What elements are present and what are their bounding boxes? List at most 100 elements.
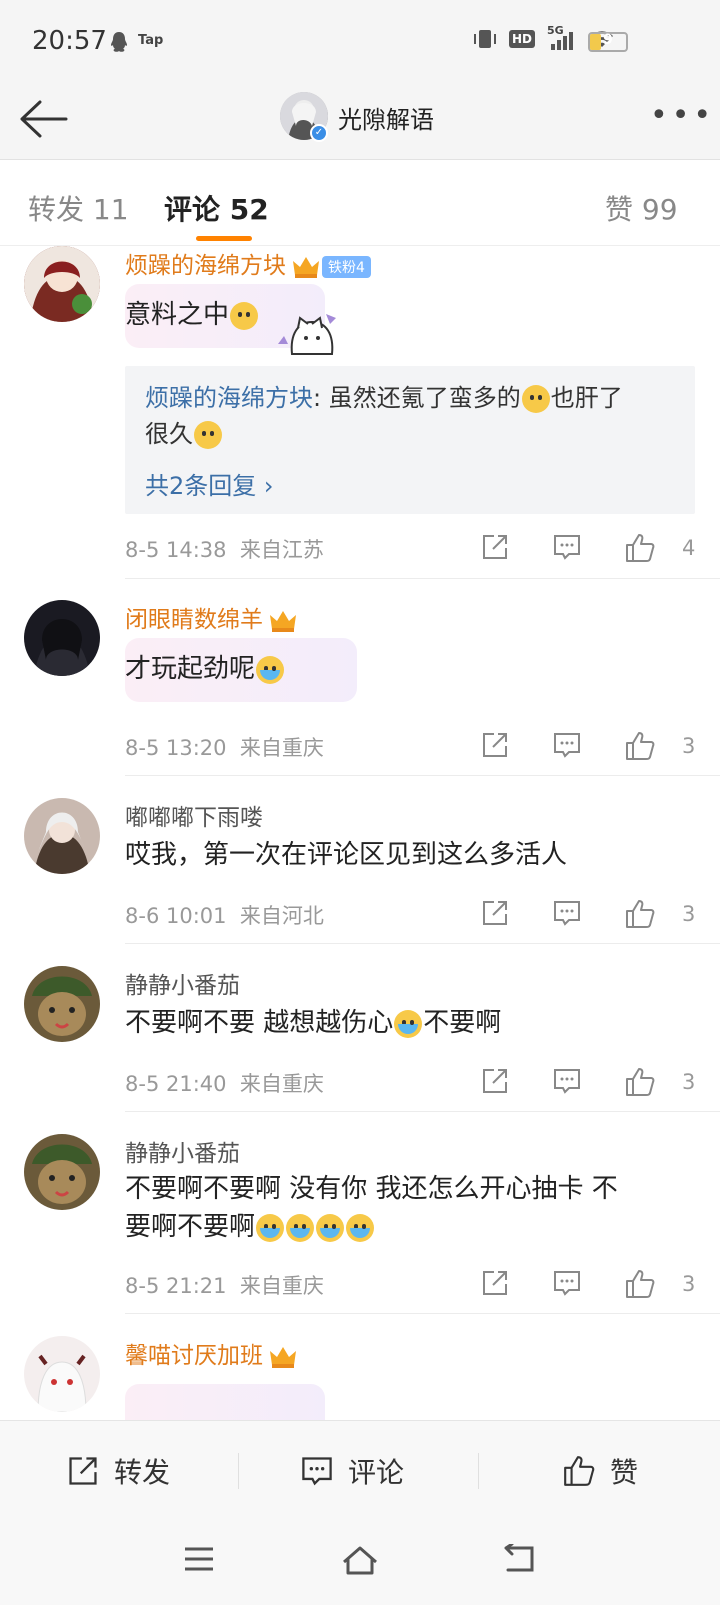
divider xyxy=(125,775,720,776)
like-icon[interactable] xyxy=(624,1268,656,1300)
eyeroll-emoji-icon xyxy=(230,301,259,330)
comment-actions: 3 xyxy=(480,898,700,932)
share-icon[interactable] xyxy=(480,1268,510,1298)
back-arrow-icon[interactable] xyxy=(18,98,68,140)
hd-icon: HD xyxy=(508,30,535,48)
status-time: 20:57 xyxy=(32,26,107,56)
crying-emoji-icon xyxy=(346,1213,375,1242)
battery-icon: 9 xyxy=(588,32,628,52)
comment-bubble xyxy=(125,1384,325,1420)
comment-icon[interactable] xyxy=(552,532,582,562)
crying-emoji-icon xyxy=(286,1213,315,1242)
crying-emoji-icon xyxy=(256,655,285,684)
crying-emoji-icon xyxy=(316,1213,345,1242)
like-count: 3 xyxy=(682,1070,696,1094)
share-icon[interactable] xyxy=(480,898,510,928)
system-nav-bar xyxy=(0,1520,720,1605)
eyeroll-emoji-icon xyxy=(194,421,222,449)
account-title[interactable]: 光隙解语 xyxy=(338,100,434,135)
comment-item: 闭眼睛数绵羊 才玩起劲呢 8-5 13:20 来自重庆 3 xyxy=(0,600,720,776)
comment-username[interactable]: 烦躁的海绵方块 铁粉4 xyxy=(125,246,371,280)
comment-meta: 8-5 21:21 来自重庆 xyxy=(125,1274,324,1298)
user-avatar[interactable] xyxy=(24,600,100,676)
like-icon[interactable] xyxy=(624,730,656,762)
tab-indicator xyxy=(196,236,252,241)
like-icon[interactable] xyxy=(624,898,656,930)
like-icon[interactable] xyxy=(624,1066,656,1098)
comment-text: 才玩起劲呢 xyxy=(125,650,695,688)
comment-icon xyxy=(302,1457,332,1486)
user-avatar[interactable] xyxy=(24,1134,100,1210)
vip-crown-icon xyxy=(293,256,319,278)
comment-text: 哎我，第一次在评论区见到这么多活人 xyxy=(125,840,568,870)
comment-actions: 3 xyxy=(480,1066,700,1100)
vibrate-icon xyxy=(473,30,496,48)
more-replies-link[interactable]: 共2条回复 › xyxy=(145,466,675,501)
like-count: 3 xyxy=(682,734,696,758)
user-avatar[interactable] xyxy=(24,1336,100,1412)
comment-list[interactable]: 烦躁的海绵方块 铁粉4 意料之中 烦躁的海绵方块: 虽然还氪了蛮多的 也肝了 很久 共… xyxy=(0,246,720,1420)
like-count: 3 xyxy=(682,902,696,926)
divider xyxy=(478,1453,479,1489)
comment-text: 意料之中 xyxy=(125,296,695,334)
like-icon[interactable] xyxy=(624,532,656,564)
comment-item: 嘟嘟嘟下雨喽 哎我，第一次在评论区见到这么多活人 8-6 10:01 来自河北 … xyxy=(0,798,720,944)
tab-repost[interactable]: 转发 11 xyxy=(28,188,129,228)
comment-icon[interactable] xyxy=(552,1066,582,1096)
comment-icon[interactable] xyxy=(552,898,582,928)
repost-button[interactable]: 转发 xyxy=(66,1451,170,1491)
share-icon[interactable] xyxy=(480,532,510,562)
comment-meta: 8-5 14:38 来自江苏 xyxy=(125,538,324,562)
divider xyxy=(125,1111,720,1112)
comment-username[interactable]: 馨喵讨厌加班 xyxy=(125,1336,297,1370)
comment-username[interactable]: 静静小番茄 xyxy=(125,1134,240,1168)
home-icon[interactable] xyxy=(340,1544,380,1576)
crying-emoji-icon xyxy=(394,1009,423,1038)
comment-icon[interactable] xyxy=(552,730,582,760)
like-count: 3 xyxy=(682,1272,696,1296)
divider xyxy=(125,943,720,944)
divider xyxy=(238,1453,239,1489)
comment-text: 不要啊不要 越想越伤心 不要啊 xyxy=(125,1008,502,1038)
status-bar: 20:57 Tap HD 5G 9 xyxy=(0,0,720,80)
comment-text: 不要啊不要啊 没有你 我还怎么开心抽卡 不要啊不要啊 xyxy=(125,1174,618,1242)
divider xyxy=(125,578,720,579)
reply-preview[interactable]: 烦躁的海绵方块: 虽然还氪了蛮多的 也肝了 很久 共2条回复 › xyxy=(125,366,695,514)
eyeroll-emoji-icon xyxy=(521,385,550,413)
comment-actions: 3 xyxy=(480,1268,700,1302)
more-dots-icon[interactable]: ••• xyxy=(650,101,715,131)
share-icon[interactable] xyxy=(480,730,510,760)
menu-icon[interactable] xyxy=(182,1544,216,1574)
comment-icon[interactable] xyxy=(552,1268,582,1298)
chevron-right-icon: › xyxy=(263,472,274,500)
tab-comments[interactable]: 评论 52 xyxy=(164,188,269,228)
back-icon[interactable] xyxy=(502,1544,538,1574)
divider xyxy=(125,1313,720,1314)
tab-likes[interactable]: 赞 99 xyxy=(605,188,678,228)
vip-crown-icon xyxy=(270,1346,296,1368)
comment-meta: 8-5 21:40 来自重庆 xyxy=(125,1072,324,1096)
vip-crown-icon xyxy=(270,610,296,632)
user-avatar[interactable] xyxy=(24,966,100,1042)
reply-text: 烦躁的海绵方块: 虽然还氪了蛮多的 也肝了 很久 xyxy=(145,384,623,449)
crying-emoji-icon xyxy=(256,1213,285,1242)
like-icon xyxy=(564,1456,595,1486)
comment-item: 静静小番茄 不要啊不要啊 没有你 我还怎么开心抽卡 不要啊不要啊 8-5 21:… xyxy=(0,1134,720,1314)
verified-badge-icon: ✓ xyxy=(310,124,328,142)
comment-meta: 8-5 13:20 来自重庆 xyxy=(125,736,324,760)
share-icon[interactable] xyxy=(480,1066,510,1096)
user-avatar[interactable] xyxy=(24,798,100,874)
top-nav: ✓ 光隙解语 ••• xyxy=(0,80,720,160)
comment-username[interactable]: 静静小番茄 xyxy=(125,966,240,1000)
comment-button[interactable]: 评论 xyxy=(300,1451,404,1491)
comment-actions: 4 xyxy=(480,532,700,566)
qq-icon xyxy=(111,32,127,52)
comment-item: 烦躁的海绵方块 铁粉4 意料之中 烦躁的海绵方块: 虽然还氪了蛮多的 也肝了 很久 共… xyxy=(0,246,720,579)
user-avatar[interactable] xyxy=(24,246,100,322)
signal-icon: 5G xyxy=(547,24,577,50)
tab-bar: 转发 11 评论 52 赞 99 xyxy=(0,160,720,246)
comment-username[interactable]: 嘟嘟嘟下雨喽 xyxy=(125,798,263,832)
comment-username[interactable]: 闭眼睛数绵羊 xyxy=(125,600,297,634)
fan-level-badge: 铁粉4 xyxy=(322,255,371,278)
like-button[interactable]: 赞 xyxy=(562,1451,638,1491)
